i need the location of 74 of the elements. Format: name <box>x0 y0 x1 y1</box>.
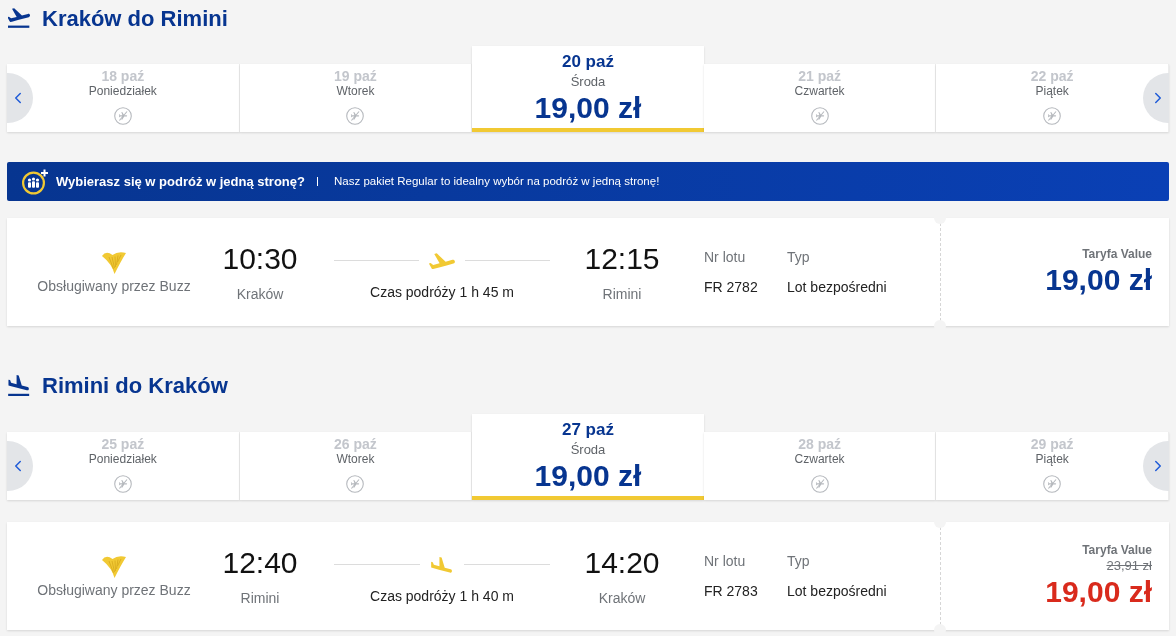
no-flight-icon <box>346 107 365 125</box>
weekday-label: Poniedziałek <box>88 84 157 98</box>
flight-price: 19,00 zł <box>1045 573 1152 610</box>
flight-number: FR 2782 <box>704 278 759 297</box>
date-tab[interactable]: 21 paź Czwartek <box>703 64 937 132</box>
departure-city: Kraków <box>236 284 284 304</box>
date-label: 27 paź <box>562 420 614 440</box>
weekday-label: Wtorek <box>336 84 375 98</box>
date-tab[interactable]: 25 paź Poniedziałek <box>7 432 240 500</box>
flight-type: Lot bezpośredni <box>787 582 888 601</box>
plane-takeoff-icon <box>8 8 30 28</box>
departure-time: 10:30 <box>222 240 298 277</box>
flight-number-label: Nr lotu <box>704 552 747 571</box>
type-label: Typ <box>787 248 811 267</box>
weekday-label: Czwartek <box>794 452 845 466</box>
arrival-city: Kraków <box>598 588 646 608</box>
date-label: 28 paź <box>798 436 841 452</box>
banner-headline: Wybierasz się w podróż w jedną stronę? <box>56 172 305 191</box>
fare-name: Taryfa Value <box>1082 246 1152 262</box>
flight-number: FR 2783 <box>704 582 759 601</box>
old-price: 23,91 zł <box>1106 557 1152 574</box>
flight-number-label: Nr lotu <box>704 248 747 267</box>
date-tab[interactable]: 27 paź Środa 19,00 zł <box>472 414 704 500</box>
fare-price: 19,00 zł <box>534 91 642 125</box>
weekday-label: Wtorek <box>336 452 375 466</box>
weekday-label: Poniedziałek <box>88 452 157 466</box>
no-flight-icon <box>346 475 365 493</box>
date-tab[interactable]: 20 paź Środa 19,00 zł <box>472 46 704 132</box>
date-tab[interactable]: 22 paź Piątek <box>936 64 1169 132</box>
arrival-time: 12:15 <box>584 240 660 277</box>
date-label: 20 paź <box>562 52 614 72</box>
plane-landing-icon <box>8 374 30 396</box>
fare-price: 19,00 zł <box>534 459 642 493</box>
fare-name: Taryfa Value <box>1082 542 1152 558</box>
plane-icon <box>429 252 455 269</box>
route-title: Rimini do Kraków <box>42 371 228 400</box>
arrival-time: 14:20 <box>584 544 660 581</box>
flight-type: Lot bezpośredni <box>787 278 888 297</box>
date-tab[interactable]: 19 paź Wtorek <box>239 64 473 132</box>
flight-price: 19,00 zł <box>1045 261 1152 298</box>
operator-label: Obsługiwany przez Buzz <box>37 276 191 296</box>
weekday-label: Czwartek <box>794 84 845 98</box>
no-flight-icon <box>113 475 132 493</box>
date-label: 29 paź <box>1030 436 1074 452</box>
date-tab[interactable]: 29 paź Piątek <box>936 432 1169 500</box>
weekday-label: Środa <box>570 442 606 458</box>
date-label: 19 paź <box>334 68 377 84</box>
no-flight-icon <box>113 107 132 125</box>
plane-icon <box>430 556 454 573</box>
no-flight-icon <box>810 475 829 493</box>
weekday-label: Piątek <box>1035 452 1069 466</box>
weekday-label: Piątek <box>1035 84 1069 98</box>
no-flight-icon <box>810 107 829 125</box>
date-label: 18 paź <box>101 68 145 84</box>
no-flight-icon <box>1043 475 1062 493</box>
date-tab[interactable]: 26 paź Wtorek <box>239 432 473 500</box>
date-tab[interactable]: 28 paź Czwartek <box>703 432 937 500</box>
date-label: 25 paź <box>101 436 145 452</box>
weekday-label: Środa <box>570 74 606 90</box>
departure-time: 12:40 <box>222 544 298 581</box>
operator-label: Obsługiwany przez Buzz <box>37 580 191 600</box>
banner-text: Nasz pakiet Regular to idealny wybór na podróż w jedną stronę! <box>334 173 660 189</box>
duration-label: Czas podróży 1 h 45 m <box>370 282 514 302</box>
no-flight-icon <box>1043 107 1062 125</box>
route-title: Kraków do Rimini <box>42 4 228 33</box>
date-label: 22 paź <box>1030 68 1074 84</box>
family-plus-icon <box>21 168 49 195</box>
arrival-city: Rimini <box>602 284 642 304</box>
type-label: Typ <box>787 552 811 571</box>
date-label: 21 paź <box>798 68 841 84</box>
duration-label: Czas podróży 1 h 40 m <box>370 586 514 606</box>
date-tab[interactable]: 18 paź Poniedziałek <box>7 64 240 132</box>
date-label: 26 paź <box>334 436 377 452</box>
departure-city: Rimini <box>240 588 280 608</box>
